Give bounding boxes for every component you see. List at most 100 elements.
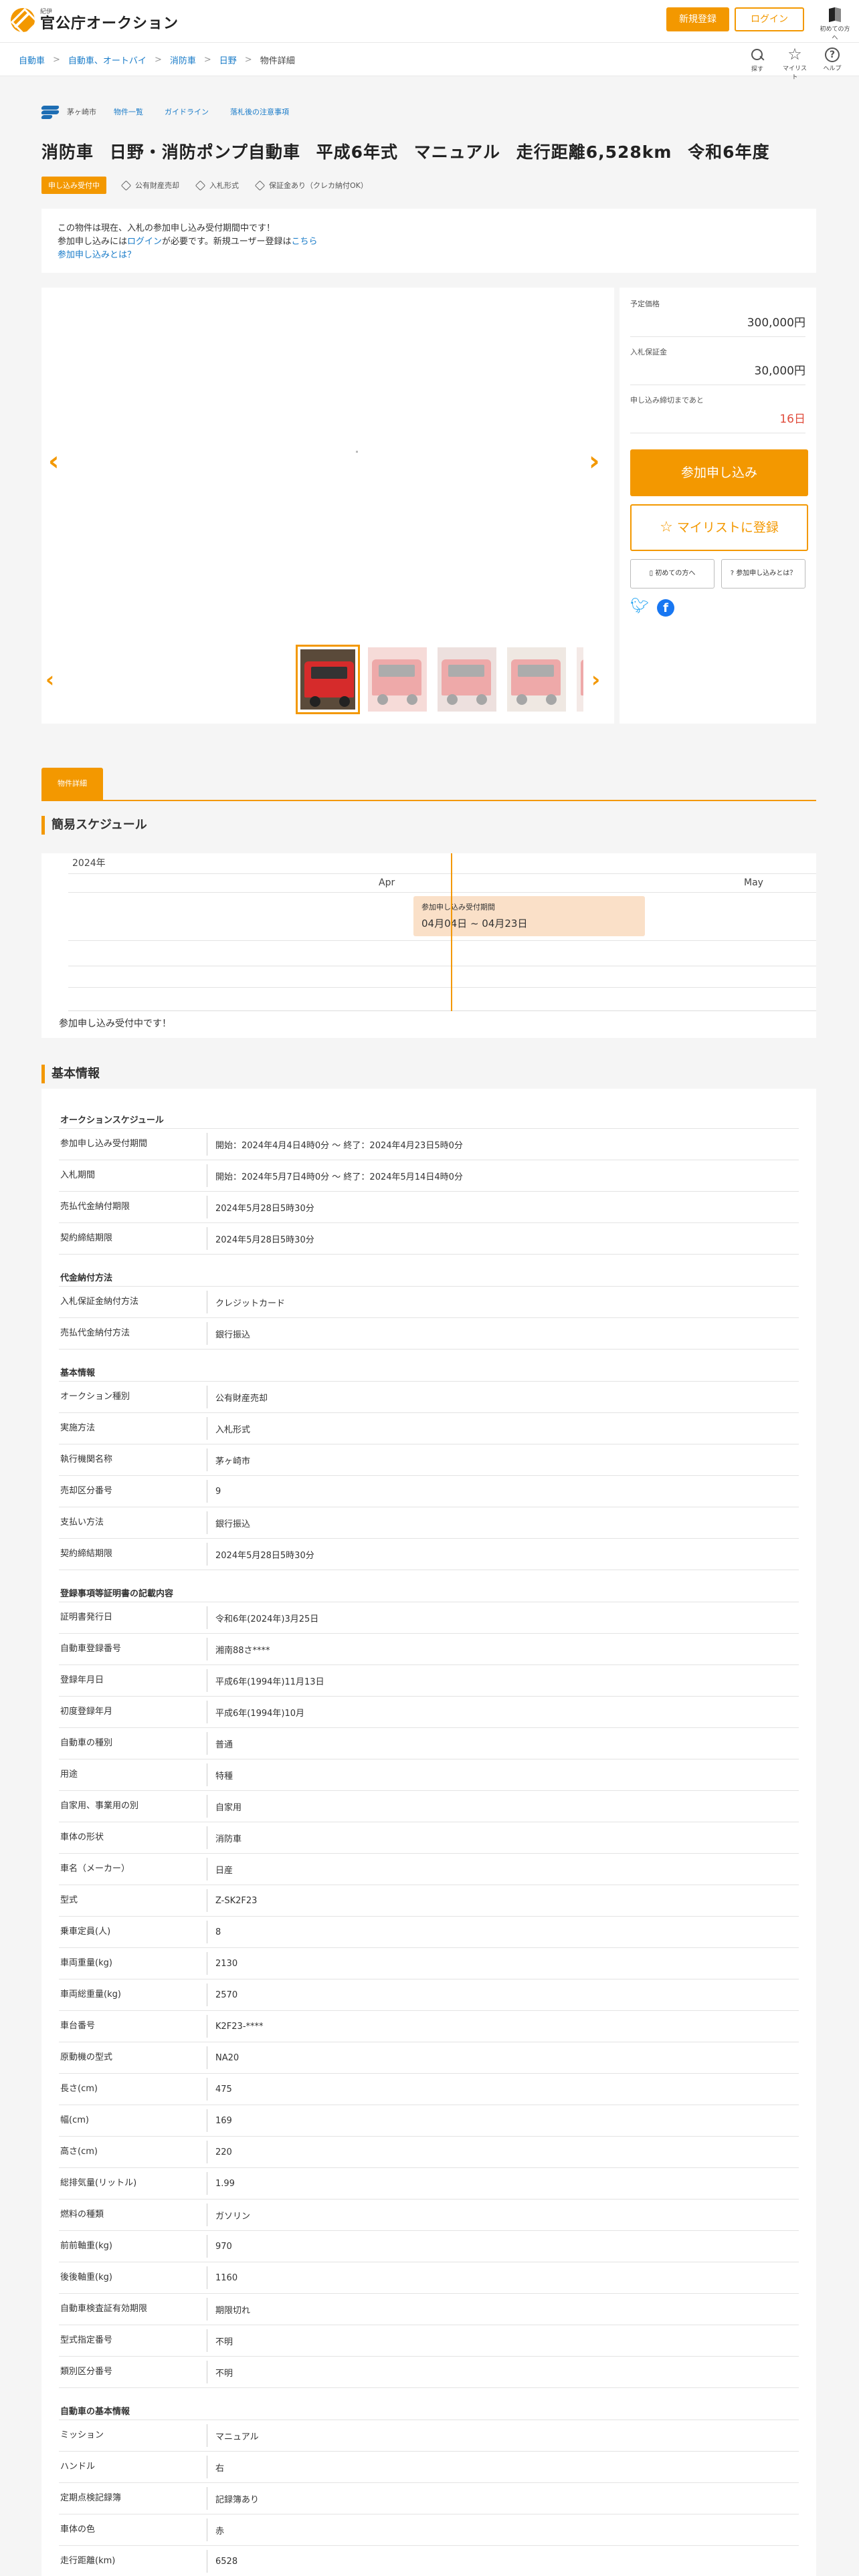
info-key: 実施方法 — [59, 1417, 207, 1440]
thumbnail[interactable] — [504, 645, 569, 714]
mylist-tool[interactable]: ☆ マイリスト — [780, 45, 809, 81]
application-period-bar[interactable]: 参加申し込み受付期間 04月04日 ~ 04月23日 — [413, 896, 645, 936]
what-is-application-button[interactable]: ? 参加申し込みとは？ — [721, 559, 805, 588]
after-award-notes-link[interactable]: 落札後の注意事項 — [230, 106, 289, 117]
info-group-title: 代金納付方法 — [59, 1271, 799, 1287]
info-value: 入札形式 — [215, 1424, 251, 1435]
what-is-application-link[interactable]: 参加申し込みとは？ — [58, 250, 136, 260]
twitter-bird-icon[interactable]: 🐦︎ — [630, 599, 649, 614]
schedule-status: 参加申し込み受付中です！ — [59, 1018, 171, 1029]
info-row: 契約締結期限 2024年5月28日5時30分 — [59, 1539, 799, 1570]
info-row: 車名（メーカー） 日産 — [59, 1854, 799, 1885]
logo-mark-icon — [11, 8, 35, 32]
site-logo[interactable]: 紀伊 官公庁オークション — [11, 8, 179, 32]
info-value: 期限切れ — [215, 2305, 251, 2316]
property-list-link[interactable]: 物件一覧 — [114, 106, 143, 117]
info-row: 自動車検査証有効期限 期限切れ — [59, 2294, 799, 2325]
notice-login-link[interactable]: ログイン — [127, 237, 162, 247]
thumbnail[interactable] — [296, 645, 360, 714]
info-group-title: 自動車の基本情報 — [59, 2404, 799, 2420]
info-value: 開始：2024年4月4日4時0分 ～ 終了：2024年4月23日5時0分 — [215, 1140, 463, 1151]
info-value: 特種 — [215, 1771, 233, 1782]
facebook-icon[interactable]: f — [657, 599, 674, 617]
info-value: 右 — [215, 2463, 225, 2474]
register-button[interactable]: 新規登録 — [666, 7, 729, 31]
info-key: 車両重量(kg) — [59, 1952, 207, 1975]
detail-tabs: 物件詳細 — [41, 768, 816, 801]
help-tool[interactable]: ? ヘルプ — [818, 45, 847, 72]
info-group-title: 登録事項等証明書の記載内容 — [59, 1586, 799, 1602]
info-key: 登録年月日 — [59, 1669, 207, 1692]
month-label: Apr — [379, 877, 395, 888]
thumbnail[interactable] — [574, 645, 583, 714]
breadcrumb-item[interactable]: 消防車 — [170, 53, 196, 66]
organization-name[interactable]: 茅ヶ崎市 — [67, 106, 96, 117]
info-row: 初度登録年月 平成6年(1994年)10月 — [59, 1697, 799, 1728]
info-value: 1160 — [215, 2272, 238, 2283]
document-icon: ▯ — [649, 570, 654, 577]
info-key: 契約締結期限 — [59, 1543, 207, 1566]
info-key: 自動車の種別 — [59, 1732, 207, 1755]
info-row: 乗車定員(人) 8 — [59, 1917, 799, 1948]
what-is-application-label: 参加申し込みとは？ — [736, 570, 797, 577]
search-tool[interactable]: 探す — [743, 45, 772, 73]
info-row: 支払い方法 銀行振込 — [59, 1507, 799, 1539]
help-tool-label: ヘルプ — [823, 66, 842, 72]
beginner-guide-link[interactable]: 初めての方へ — [818, 4, 852, 41]
schedule-chart: 2024年 Apr May 参加申し込み受付期間 04月04日 ~ 04月23日… — [41, 853, 816, 1038]
info-row: 売払代金納付方法 銀行振込 — [59, 1318, 799, 1350]
info-key: 前前軸重(kg) — [59, 2235, 207, 2258]
thumbnail[interactable] — [365, 645, 430, 714]
info-key: 売払代金納付方法 — [59, 1322, 207, 1345]
status-badge: 申し込み受付中 — [41, 177, 106, 194]
info-row: 用途 特種 — [59, 1759, 799, 1791]
info-key: 定期点検記録簿 — [59, 2487, 207, 2510]
truck-thumbnail-image — [581, 659, 583, 695]
application-notice: この物件は現在、入札の参加申し込み受付期間中です！ 参加申し込みにはログインが必… — [41, 209, 816, 273]
tab-property-detail[interactable]: 物件詳細 — [41, 768, 103, 800]
info-key: 自動車登録番号 — [59, 1638, 207, 1660]
add-to-mylist-button[interactable]: ☆ マイリストに登録 — [630, 504, 808, 551]
thumbnail[interactable] — [435, 645, 499, 714]
info-value: 8 — [215, 1927, 221, 1937]
info-row: 長さ(cm) 475 — [59, 2074, 799, 2105]
basic-info-table: オークションスケジュール 参加申し込み受付期間 開始：2024年4月4日4時0分 ～… — [41, 1089, 816, 2576]
first-time-guide-button[interactable]: ▯ 初めての方へ — [630, 559, 714, 588]
join-auction-button[interactable]: 参加申し込み — [630, 449, 808, 496]
info-key: 支払い方法 — [59, 1511, 207, 1534]
breadcrumb-item[interactable]: 自動車 — [19, 53, 45, 66]
prev-image-arrow-icon[interactable]: ‹ — [48, 448, 59, 475]
gantt-gridline — [68, 892, 816, 893]
info-value: 銀行振込 — [215, 1329, 251, 1340]
info-key: 車台番号 — [59, 2015, 207, 2038]
logo-title: 官公庁オークション — [40, 15, 179, 32]
info-row: 幅(cm) 169 — [59, 2105, 799, 2137]
truck-thumbnail-image — [511, 659, 561, 705]
info-key: 自動車検査証有効期限 — [59, 2298, 207, 2321]
next-image-arrow-icon[interactable]: › — [589, 448, 599, 475]
info-value: 2570 — [215, 1990, 238, 2000]
organization-emblem-icon — [40, 104, 60, 119]
breadcrumb-item[interactable]: 日野 — [219, 53, 237, 66]
main-image[interactable] — [68, 288, 587, 635]
info-value: 2130 — [215, 1958, 238, 1969]
question-icon: ? — [730, 570, 735, 577]
tag-icon — [254, 180, 266, 191]
info-row: 車両重量(kg) 2130 — [59, 1948, 799, 1979]
info-value: 169 — [215, 2115, 232, 2126]
star-icon: ☆ — [787, 45, 802, 64]
login-button[interactable]: ログイン — [735, 7, 804, 31]
info-key: 車名（メーカー） — [59, 1858, 207, 1881]
breadcrumb-item[interactable]: 自動車、オートバイ — [68, 53, 147, 66]
star-outline-icon: ☆ — [660, 519, 673, 536]
notice-register-link[interactable]: こちら — [291, 237, 317, 247]
thumbs-next-arrow-icon[interactable]: › — [591, 666, 600, 693]
info-value: ガソリン — [215, 2211, 251, 2222]
info-row: 実施方法 入札形式 — [59, 1413, 799, 1444]
thumbs-prev-arrow-icon[interactable]: ‹ — [45, 666, 54, 693]
guideline-link[interactable]: ガイドライン — [165, 106, 209, 117]
info-value: 消防車 — [215, 1834, 242, 1844]
mylist-tool-label: マイリスト — [782, 66, 807, 81]
property-tags: 申し込み受付中 公有財産売却 入札形式 保証金あり（クレカ納付OK） — [41, 177, 385, 194]
deadline-remaining-value: 16日 — [630, 409, 805, 433]
